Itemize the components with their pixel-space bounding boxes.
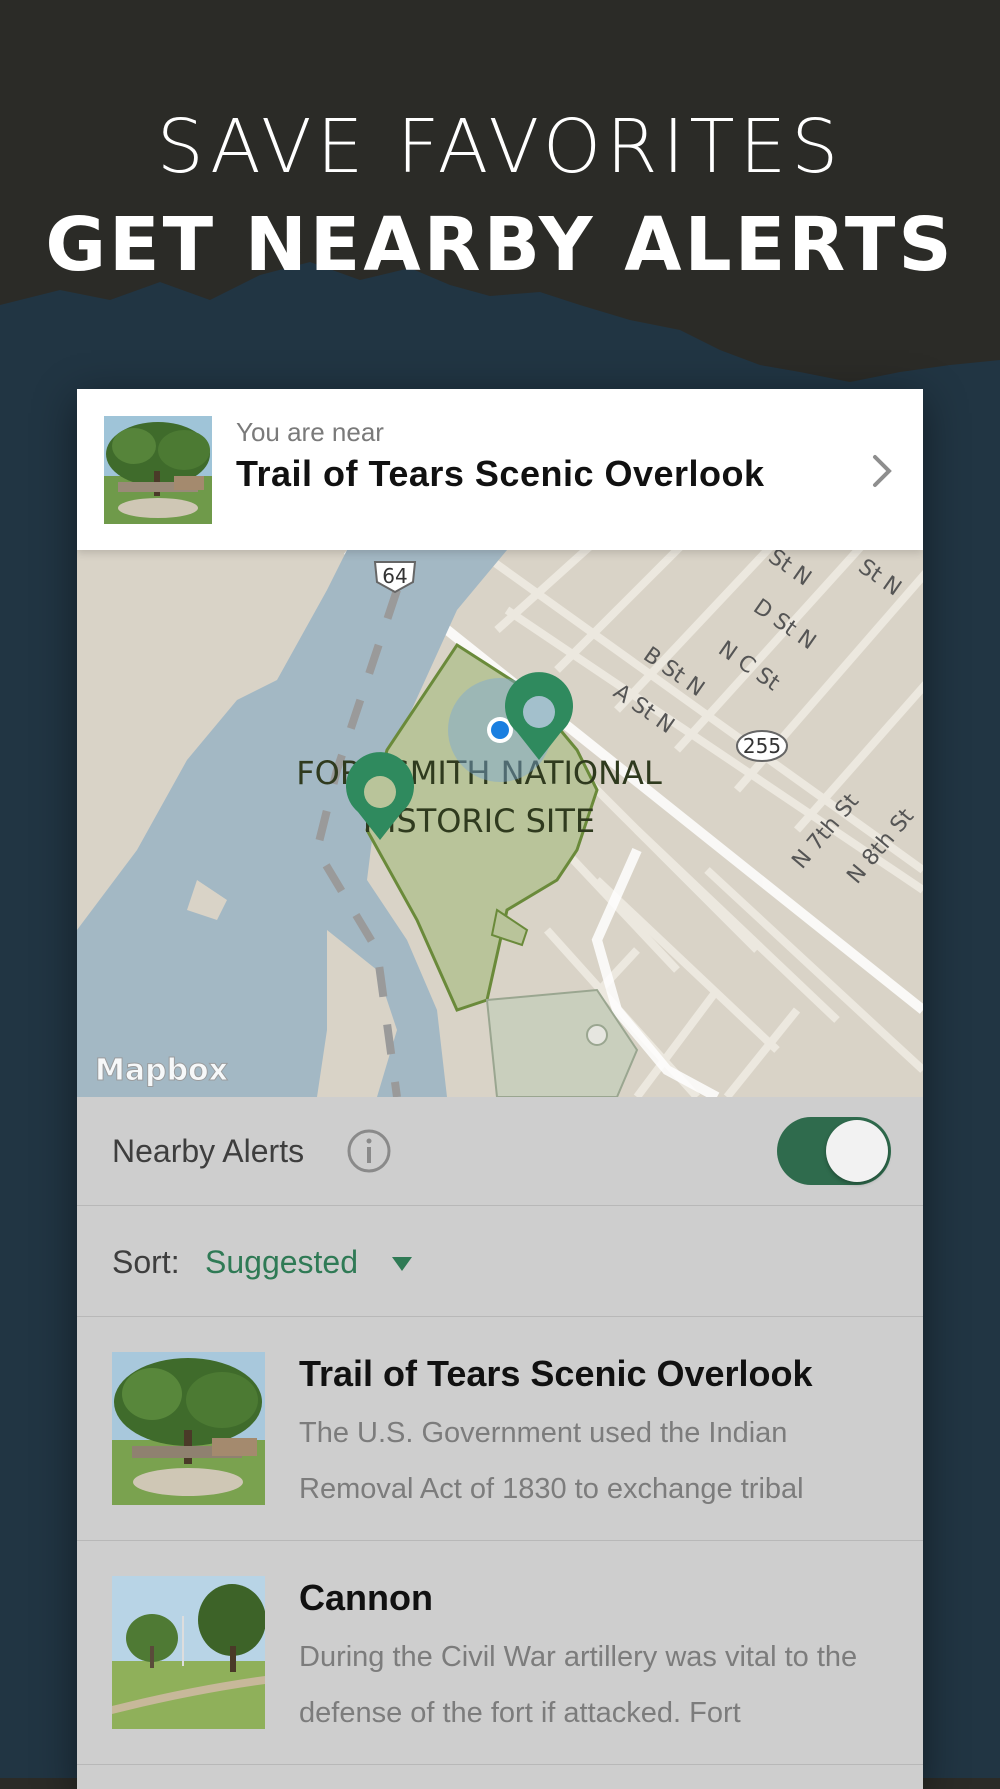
overlook-list-thumbnail bbox=[112, 1352, 265, 1505]
nearby-subtitle: You are near bbox=[236, 417, 384, 447]
list-item[interactable]: Cannon During the Civil War artillery wa… bbox=[77, 1541, 923, 1765]
list-item-title: Cannon bbox=[299, 1577, 433, 1618]
headline-line1: SAVE FAVORITES bbox=[156, 104, 844, 190]
caret-down-icon[interactable] bbox=[391, 1256, 413, 1272]
nearby-alerts-label: Nearby Alerts bbox=[112, 1133, 305, 1169]
phone-screen: You are near Trail of Tears Scenic Overl… bbox=[77, 389, 923, 1789]
chevron-right-icon bbox=[873, 455, 892, 487]
list-item-title: Trail of Tears Scenic Overlook bbox=[299, 1353, 813, 1394]
list-item-description: During the Civil War artillery was vital… bbox=[299, 1641, 858, 1729]
overlook-thumbnail bbox=[104, 416, 212, 524]
nearby-alerts-row: Nearby Alerts bbox=[77, 1097, 923, 1206]
sort-dropdown[interactable]: Suggested bbox=[205, 1244, 358, 1281]
sort-row: Sort: Suggested bbox=[77, 1206, 923, 1317]
map-view[interactable]: 64 255 D St N N C St B St N A St N N 7th… bbox=[77, 550, 923, 1097]
headline: SAVE FAVORITES GET NEARBY ALERTS bbox=[0, 100, 1000, 295]
map-canvas: 64 255 D St N N C St B St N A St N N 7th… bbox=[77, 550, 923, 1097]
nearby-banner[interactable]: You are near Trail of Tears Scenic Overl… bbox=[77, 389, 923, 550]
list-item[interactable]: Trail of Tears Scenic Overlook The U.S. … bbox=[77, 1317, 923, 1541]
route-shield-255: 255 bbox=[736, 730, 788, 762]
svg-text:64: 64 bbox=[382, 564, 407, 588]
sort-label: Sort: bbox=[112, 1244, 180, 1280]
mapbox-logo[interactable]: Mapbox bbox=[95, 1053, 229, 1089]
list-panel: Nearby Alerts Sort: Suggested Trail of T… bbox=[77, 1097, 923, 1789]
headline-line2: GET NEARBY ALERTS bbox=[45, 202, 955, 288]
list-item-description: The U.S. Government used the Indian Remo… bbox=[299, 1417, 804, 1505]
toggle-knob bbox=[826, 1120, 888, 1182]
nearby-alerts-toggle[interactable] bbox=[777, 1117, 891, 1185]
cannon-list-thumbnail bbox=[112, 1576, 265, 1729]
nearby-title: Trail of Tears Scenic Overlook bbox=[236, 453, 765, 494]
info-icon[interactable] bbox=[346, 1128, 392, 1174]
svg-text:255: 255 bbox=[743, 734, 781, 758]
